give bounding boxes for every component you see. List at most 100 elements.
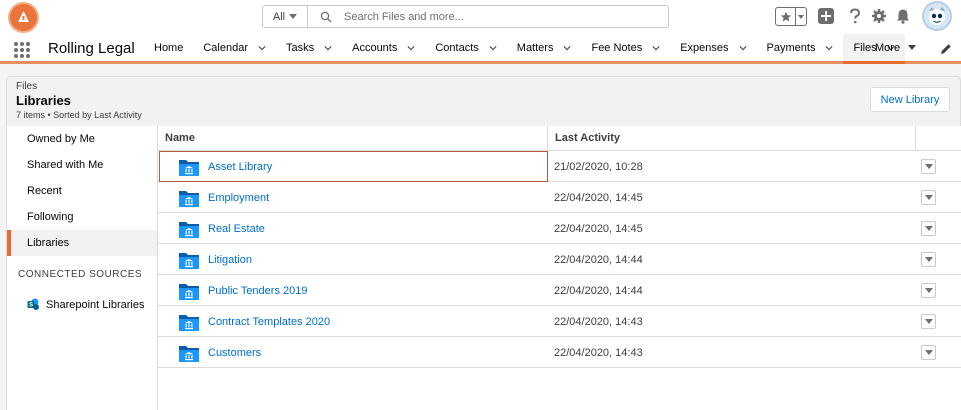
library-folder-icon (179, 252, 199, 269)
sidebar-item-label: Libraries (27, 237, 70, 249)
row-actions-dropdown-icon[interactable] (921, 314, 936, 329)
sidebar-item-owned-by-me[interactable]: Owned by Me (7, 126, 157, 152)
favorites-button[interactable] (775, 7, 807, 26)
column-header-actions (916, 126, 961, 151)
nav-tab-fee-notes[interactable]: Fee Notes (581, 34, 670, 61)
library-link[interactable]: Real Estate (208, 223, 265, 235)
new-library-button[interactable]: New Library (870, 87, 950, 112)
row-actions-dropdown-icon[interactable] (921, 252, 936, 267)
cell-name: Litigation (159, 244, 548, 275)
global-search: All (262, 5, 669, 28)
row-actions-dropdown-icon[interactable] (921, 159, 936, 174)
app-nav-bar: Rolling Legal Home Calendar Tasks Accounts C… (0, 34, 961, 64)
nav-tab-tasks[interactable]: Tasks (276, 34, 342, 61)
sharepoint-icon: S (27, 298, 39, 310)
library-link[interactable]: Litigation (208, 254, 252, 266)
cell-name: Contract Templates 2020 (159, 306, 548, 337)
table-row[interactable]: Real Estate 22/04/2020, 14:45 (158, 213, 961, 244)
global-header: All (0, 0, 961, 34)
library-link[interactable]: Asset Library (208, 161, 272, 173)
nav-more-label: More (875, 41, 901, 54)
row-actions-dropdown-icon[interactable] (921, 221, 936, 236)
nav-tab-label: Accounts (352, 41, 398, 54)
bell-icon[interactable] (894, 7, 912, 25)
library-folder-icon (179, 221, 199, 238)
nav-tab-matters[interactable]: Matters (507, 34, 582, 61)
search-input[interactable] (344, 6, 668, 27)
table-row[interactable]: Employment 22/04/2020, 14:45 (158, 182, 961, 213)
app-launcher-icon[interactable] (14, 42, 30, 58)
nav-more-menu[interactable]: More (865, 34, 926, 61)
nav-tab-payments[interactable]: Payments (757, 34, 844, 61)
sidebar-item-label: Recent (27, 185, 62, 197)
star-icon[interactable] (776, 8, 796, 25)
sidebar-item-libraries[interactable]: Libraries (7, 230, 157, 256)
gear-icon[interactable] (870, 7, 888, 25)
nav-tab-accounts[interactable]: Accounts (342, 34, 425, 61)
search-scope-label: All (272, 10, 286, 23)
nav-tab-label: Matters (516, 41, 554, 54)
library-folder-icon (179, 345, 199, 362)
nav-tab-label: Home (154, 41, 184, 54)
chevron-down-icon[interactable] (258, 44, 266, 52)
table-row[interactable]: Asset Library 21/02/2020, 10:28 (158, 151, 961, 182)
library-link[interactable]: Public Tenders 2019 (208, 285, 307, 297)
list-meta: 7 items • Sorted by Last Activity (16, 110, 142, 120)
table-row[interactable]: Public Tenders 2019 22/04/2020, 14:44 (158, 275, 961, 306)
row-actions-dropdown-icon[interactable] (921, 345, 936, 360)
connected-sources-heading: CONNECTED SOURCES (18, 269, 143, 280)
nav-tab-home[interactable]: Home (144, 34, 193, 61)
column-header-last-activity[interactable]: Last Activity (548, 126, 916, 151)
column-header-label: Last Activity (555, 132, 621, 144)
nav-tab-contacts[interactable]: Contacts (425, 34, 506, 61)
cell-last-activity: 22/04/2020, 14:43 (554, 346, 643, 359)
cell-name: Real Estate (159, 213, 548, 244)
cell-name: Employment (159, 182, 548, 213)
chevron-down-icon[interactable] (489, 44, 497, 52)
library-link[interactable]: Contract Templates 2020 (208, 316, 330, 328)
sidebar-item-recent[interactable]: Recent (7, 178, 157, 204)
chevron-down-icon[interactable] (324, 44, 332, 52)
chevron-down-icon (289, 14, 298, 19)
column-header-label: Name (165, 132, 195, 144)
cell-last-activity: 21/02/2020, 10:28 (554, 160, 643, 173)
favorites-dropdown-icon[interactable] (796, 8, 806, 25)
org-logo[interactable] (8, 2, 39, 33)
library-folder-icon (179, 190, 199, 207)
search-scope-dropdown[interactable]: All (263, 6, 308, 27)
help-icon[interactable] (846, 7, 864, 25)
nav-tab-label: Fee Notes (591, 41, 643, 54)
sidebar-item-shared-with-me[interactable]: Shared with Me (7, 152, 157, 178)
nav-tab-calendar[interactable]: Calendar (193, 34, 276, 61)
astro-avatar-icon (929, 7, 945, 25)
cell-last-activity: 22/04/2020, 14:44 (554, 284, 643, 297)
nav-tab-expenses[interactable]: Expenses (670, 34, 756, 61)
library-folder-icon (179, 283, 199, 300)
library-folder-icon (179, 314, 199, 331)
page-title: Libraries (16, 93, 71, 108)
table-row[interactable]: Contract Templates 2020 22/04/2020, 14:43 (158, 306, 961, 337)
library-link[interactable]: Employment (208, 192, 269, 204)
avatar[interactable] (922, 1, 952, 31)
cell-last-activity: 22/04/2020, 14:45 (554, 222, 643, 235)
chevron-down-icon[interactable] (738, 44, 747, 52)
column-header-name[interactable]: Name (158, 126, 548, 151)
nav-tab-label: Payments (766, 41, 816, 54)
table-row[interactable]: Customers 22/04/2020, 14:43 (158, 337, 961, 368)
chevron-down-icon[interactable] (407, 44, 415, 52)
libraries-table: Name Last Activity Asset Library 21/02/20… (158, 126, 961, 410)
cell-name: Public Tenders 2019 (159, 275, 548, 306)
logo-mark-icon (18, 11, 29, 22)
add-icon[interactable] (817, 7, 835, 25)
chevron-down-icon[interactable] (652, 44, 660, 52)
chevron-down-icon[interactable] (563, 44, 572, 52)
edit-nav-pencil-icon[interactable] (939, 42, 953, 56)
row-actions-dropdown-icon[interactable] (921, 190, 936, 205)
table-row[interactable]: Litigation 22/04/2020, 14:44 (158, 244, 961, 275)
chevron-down-icon[interactable] (825, 44, 834, 52)
row-actions-dropdown-icon[interactable] (921, 283, 936, 298)
sidebar-item-following[interactable]: Following (7, 204, 157, 230)
content-area: Owned by Me Shared with Me Recent Following… (6, 126, 961, 410)
library-link[interactable]: Customers (208, 347, 261, 359)
sidebar-item-sharepoint-libraries[interactable]: S Sharepoint Libraries (27, 298, 144, 311)
